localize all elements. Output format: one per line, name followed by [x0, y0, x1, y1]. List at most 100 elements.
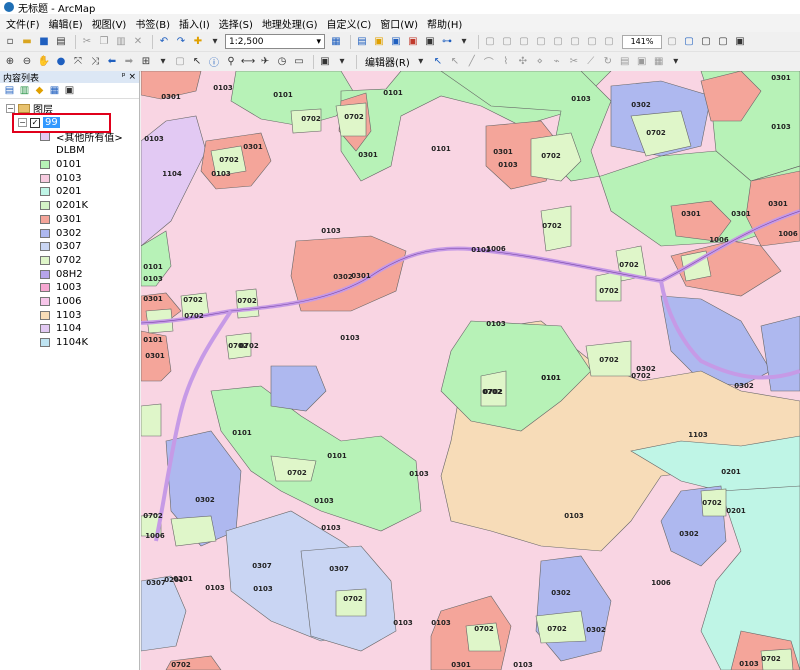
layout-zoom-value: 141% [630, 37, 654, 46]
legend-swatch [40, 214, 50, 224]
editor-menu[interactable]: 编辑器(R) [365, 54, 410, 69]
undo-icon[interactable]: ↶ [157, 35, 171, 49]
parcel-label: 0103 [213, 84, 233, 92]
pin-icon[interactable]: ᵖ [122, 72, 126, 82]
go-to-xy-icon[interactable]: ✈ [258, 55, 272, 69]
map-scale-combobox[interactable]: 1:2,500 ▾ [225, 34, 325, 49]
menu-windows[interactable]: 窗口(W) [380, 16, 418, 31]
menu-file[interactable]: 文件(F) [6, 16, 40, 31]
tree-root-row[interactable]: − 图层 [6, 101, 53, 116]
catalog-icon[interactable]: ▣ [372, 35, 386, 49]
menu-selection[interactable]: 选择(S) [219, 16, 253, 31]
legend-swatch [40, 201, 50, 211]
parcel-label: 0702 [219, 156, 239, 164]
list-by-visibility-icon[interactable]: ◆ [33, 84, 46, 97]
parcel-label: 0702 [237, 297, 257, 305]
menu-edit[interactable]: 编辑(E) [49, 16, 83, 31]
focus-data-frame-icon[interactable]: ▢ [699, 35, 713, 49]
parcel-label: 0301 [143, 295, 163, 303]
disabled-tool-icon: ▢ [587, 36, 597, 47]
map-canvas[interactable]: 0301010301010103010101030302030101030101… [141, 71, 800, 670]
python-icon[interactable]: ▣ [423, 35, 437, 49]
menu-help[interactable]: 帮助(H) [427, 16, 462, 31]
find-icon[interactable]: ⚲ [224, 55, 238, 69]
parcel-0702[interactable] [595, 270, 622, 302]
parcel-label: 0101 [383, 89, 403, 97]
menu-geoprocessing[interactable]: 地理处理(G) [262, 16, 318, 31]
time-slider-icon[interactable]: ◷ [275, 55, 289, 69]
print-icon[interactable]: ▤ [54, 35, 68, 49]
dropdown-arrow-icon[interactable]: ▾ [208, 35, 222, 49]
map-view[interactable]: 0301 0103 0101 0103 0101 0103 0302 0301 0103 0101… [141, 71, 800, 670]
redo-icon[interactable]: ↷ [174, 35, 188, 49]
table-of-contents-icon[interactable]: ▤ [355, 35, 369, 49]
editor-toolbar-icon[interactable]: ▦ [329, 35, 343, 49]
legend-item-1006: 1006 [40, 295, 81, 308]
layer-visibility-checkbox[interactable]: ✓ [30, 117, 40, 128]
measure-icon[interactable]: ⟷ [241, 55, 255, 69]
list-by-drawing-order-icon[interactable]: ▤ [3, 84, 16, 97]
search-window-icon[interactable]: ▣ [389, 35, 403, 49]
parcel-label: 0702 [343, 595, 363, 603]
zoom-in-icon[interactable]: ⊕ [3, 55, 17, 69]
parcel-label: 1006 [651, 579, 671, 587]
clear-selection-icon[interactable]: ▢ [173, 55, 187, 69]
new-document-icon[interactable]: ▫ [3, 35, 17, 49]
create-viewer-icon[interactable]: ▭ [292, 55, 306, 69]
forward-extent-icon[interactable]: ➡ [122, 55, 136, 69]
list-by-selection-icon[interactable]: ▦ [48, 84, 61, 97]
layer-row[interactable]: − ✓ 99 [18, 116, 60, 129]
layer-tools-icon[interactable]: ▣ [318, 55, 332, 69]
dropdown-arrow-icon[interactable]: ▾ [669, 55, 683, 69]
collapse-icon[interactable]: − [6, 104, 15, 113]
change-layout-icon[interactable]: ▢ [716, 35, 730, 49]
toggle-draft-mode-icon[interactable]: ▢ [682, 35, 696, 49]
chevron-down-icon[interactable]: ▾ [414, 55, 428, 69]
parcel-label: 0702 [541, 152, 561, 160]
dropdown-arrow-icon[interactable]: ▾ [156, 55, 170, 69]
legend-item-other: <其他所有值> [40, 130, 123, 144]
back-extent-icon[interactable]: ⬅ [105, 55, 119, 69]
cut-icon[interactable]: ✂ [80, 35, 94, 49]
save-icon[interactable]: ■ [37, 35, 51, 49]
legend-swatch [40, 132, 50, 141]
menu-insert[interactable]: 插入(I) [179, 16, 210, 31]
options-icon[interactable]: ▣ [63, 84, 76, 97]
legend-item-0702: 0702 [40, 254, 81, 267]
parcel-label: 0302 [734, 382, 754, 390]
fixed-zoom-out-icon[interactable]: ⤨ [88, 55, 102, 69]
copy-icon[interactable]: ❐ [97, 35, 111, 49]
parcel-label: 0301 [358, 151, 378, 159]
layout-zoom-combobox[interactable]: 141% [622, 34, 662, 49]
zoom-out-icon[interactable]: ⊖ [20, 55, 34, 69]
edit-tool-icon[interactable]: ↖ [431, 55, 445, 69]
pan-hand-icon[interactable]: ✋ [37, 55, 51, 69]
list-by-source-icon[interactable]: ▥ [18, 84, 31, 97]
data-frame-label[interactable]: 图层 [33, 101, 53, 116]
full-extent-icon[interactable]: ● [54, 55, 68, 69]
paste-icon[interactable]: ▥ [114, 35, 128, 49]
add-data-icon[interactable]: ✚ [191, 35, 205, 49]
dropdown-arrow-icon[interactable]: ▾ [457, 35, 471, 49]
select-features-icon[interactable]: ⊞ [139, 55, 153, 69]
close-icon[interactable]: × [128, 72, 136, 82]
menu-view[interactable]: 视图(V) [92, 16, 127, 31]
collapse-icon[interactable]: − [18, 118, 27, 127]
identify-icon[interactable]: ⓘ [207, 55, 221, 69]
fixed-zoom-in-icon[interactable]: ⤧ [71, 55, 85, 69]
select-elements-arrow-icon[interactable]: ↖ [190, 55, 204, 69]
menu-bookmarks[interactable]: 书签(B) [135, 16, 170, 31]
delete-icon[interactable]: ✕ [131, 35, 145, 49]
legend-label: 0103 [56, 172, 82, 184]
parcel-0702[interactable] [141, 403, 162, 437]
menu-customize[interactable]: 自定义(C) [327, 16, 372, 31]
layer-name[interactable]: 99 [43, 117, 60, 128]
model-builder-icon[interactable]: ⊶ [440, 35, 454, 49]
parcel-0702[interactable] [170, 515, 217, 547]
window-title: 无标题 - ArcMap [18, 3, 96, 15]
data-driven-pages-icon[interactable]: ▣ [733, 35, 747, 49]
dropdown-arrow-icon[interactable]: ▾ [335, 55, 349, 69]
arctoolbox-icon[interactable]: ▣ [406, 35, 420, 49]
parcel-label: 0302 [551, 589, 571, 597]
open-folder-icon[interactable]: ▬ [20, 35, 34, 49]
